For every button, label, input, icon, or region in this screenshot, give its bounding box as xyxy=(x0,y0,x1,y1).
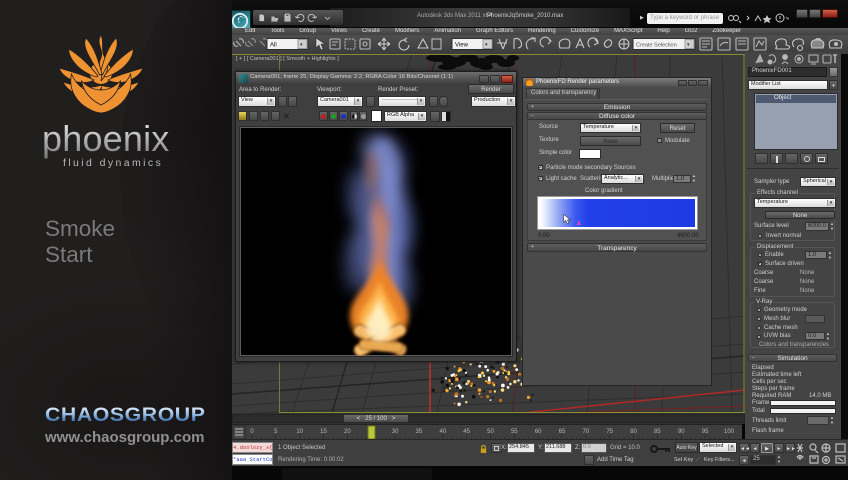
svg-text:90: 90 xyxy=(678,429,685,435)
svg-text:View: View xyxy=(455,43,469,49)
svg-text:All: All xyxy=(270,43,277,49)
svg-text:45: 45 xyxy=(463,429,470,435)
svg-text:20: 20 xyxy=(344,429,351,435)
svg-text:100: 100 xyxy=(724,429,735,435)
svg-text:95: 95 xyxy=(702,429,709,435)
svg-text:60: 60 xyxy=(535,429,542,435)
svg-text:70: 70 xyxy=(583,429,590,435)
svg-text:15: 15 xyxy=(320,429,327,435)
svg-text:30: 30 xyxy=(392,429,399,435)
svg-text:80: 80 xyxy=(630,429,637,435)
svg-text:75: 75 xyxy=(606,429,613,435)
svg-text:Create Selection: Create Selection xyxy=(636,43,677,49)
svg-text:65: 65 xyxy=(559,429,566,435)
svg-text:85: 85 xyxy=(654,429,661,435)
svg-text:50: 50 xyxy=(487,429,494,435)
svg-text:55: 55 xyxy=(511,429,518,435)
svg-text:40: 40 xyxy=(439,429,446,435)
svg-text:35: 35 xyxy=(416,429,423,435)
svg-text:10: 10 xyxy=(296,429,303,435)
